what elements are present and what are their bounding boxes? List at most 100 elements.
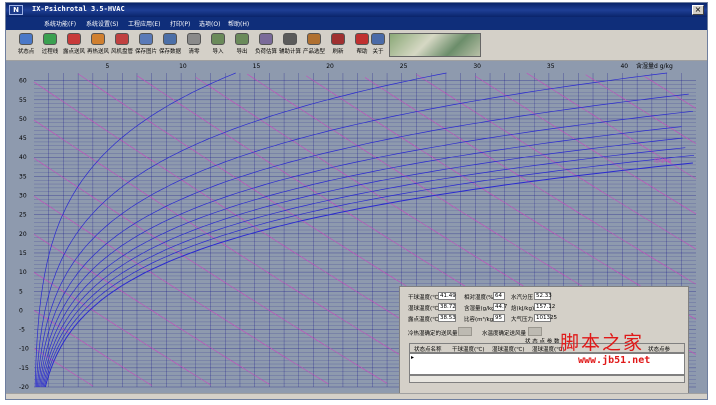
- export-icon: [235, 33, 249, 45]
- enthalpy-label: 焓kJ/kg: [654, 157, 671, 164]
- dew-supply-button[interactable]: 露点送风: [62, 33, 86, 59]
- state-point-button[interactable]: 状态点: [14, 33, 38, 59]
- x-tick-label: 35: [547, 63, 555, 70]
- water-supply-field[interactable]: [528, 327, 542, 336]
- col-state-name[interactable]: 状态点名称: [414, 345, 442, 353]
- assist-calc-button[interactable]: 辅助计算: [278, 33, 302, 59]
- y-tick-label: 45: [19, 135, 27, 142]
- fan-coil-button[interactable]: 风机盘管: [110, 33, 134, 59]
- y-tick-label: 50: [19, 116, 27, 123]
- x-axis-label: 含湿量d g/kg: [636, 62, 673, 70]
- specific-volume-field[interactable]: 95: [493, 314, 505, 322]
- clear-button[interactable]: 清零: [182, 33, 206, 59]
- menu-options[interactable]: 选项(O): [199, 19, 220, 28]
- save-image-button[interactable]: 保存图片: [134, 33, 158, 59]
- y-tick-label: 10: [19, 269, 27, 276]
- dew-point-field[interactable]: 38.53: [438, 314, 456, 322]
- x-tick-label: 10: [179, 63, 187, 70]
- y-tick-label: 55: [19, 97, 27, 104]
- import-icon: [211, 33, 225, 45]
- enthalpy-label-panel: 焓(kJ/kg): [511, 306, 535, 312]
- toolbar: 状态点 过程线 露点送风 再热送风 风机盘管 保存图片 保存数据 清零 导入 导…: [6, 30, 707, 61]
- x-tick-label: 30: [473, 63, 481, 70]
- process-line-icon: [43, 33, 57, 45]
- vapor-pressure-label: 水汽分压: [511, 295, 534, 301]
- vapor-pressure-field[interactable]: 52.33: [534, 292, 552, 300]
- enthalpy-line: [585, 74, 697, 144]
- atm-pressure-field[interactable]: 101325: [534, 314, 557, 322]
- moisture-field[interactable]: 44.7: [493, 303, 507, 311]
- banner-image: [389, 33, 481, 57]
- row-marker-icon: ▸: [411, 354, 415, 361]
- import-button[interactable]: 导入: [206, 33, 230, 59]
- status-bar: [6, 393, 707, 399]
- menu-bar: 系统功能(F) 系统设置(S) 工程应用(E) 打印(P) 选项(O) 帮助(H…: [6, 17, 707, 30]
- window-title: IX-Psichrotal 3.5-HVAC: [32, 5, 125, 13]
- save-image-icon: [139, 33, 153, 45]
- moisture-label: 含湿量(g/kg): [464, 306, 497, 312]
- assist-calc-icon: [283, 33, 297, 45]
- clear-icon: [187, 33, 201, 45]
- menu-print[interactable]: 打印(P): [170, 19, 190, 28]
- y-tick-label: 15: [19, 250, 27, 257]
- y-tick-label: 60: [19, 78, 27, 85]
- menu-system-settings[interactable]: 系统设置(S): [86, 19, 119, 28]
- x-tick-label: 20: [326, 63, 334, 70]
- outdoor-supply-label: 冷热湿确定的送风量: [408, 331, 458, 337]
- y-tick-label: 5: [19, 288, 23, 295]
- enthalpy-field[interactable]: 157.12: [534, 303, 555, 311]
- col-dry-bulb[interactable]: 干球温度(℃): [452, 345, 484, 353]
- refresh-button[interactable]: 刷新: [326, 33, 350, 59]
- y-tick-label: -5: [19, 327, 25, 334]
- dry-bulb-field[interactable]: 41.49: [438, 292, 456, 300]
- outdoor-supply-field[interactable]: [458, 327, 472, 336]
- export-button[interactable]: 导出: [230, 33, 254, 59]
- x-tick-label: 25: [400, 63, 408, 70]
- title-bar: N IX-Psichrotal 3.5-HVAC ×: [6, 3, 707, 17]
- rel-hum-label: 相对湿度(%): [464, 295, 496, 301]
- wet-bulb-field[interactable]: 38.72: [438, 303, 456, 311]
- process-line-button[interactable]: 过程线: [38, 33, 62, 59]
- fan-coil-icon: [115, 33, 129, 45]
- specific-volume-label: 比容(m³/kg): [464, 317, 496, 323]
- state-point-panel: 干球温度(℃) 41.49 相对湿度(%) 64 水汽分压 52.33 湿球温度…: [399, 286, 689, 394]
- save-data-button[interactable]: 保存数据: [158, 33, 182, 59]
- y-tick-label: 0: [19, 307, 23, 314]
- menu-system-functions[interactable]: 系统功能(F): [44, 19, 76, 28]
- dry-bulb-label: 干球温度(℃): [408, 295, 441, 301]
- x-tick-label: 15: [253, 63, 261, 70]
- reheat-supply-icon: [91, 33, 105, 45]
- y-tick-label: 35: [19, 173, 27, 180]
- product-select-button[interactable]: 产品选型: [302, 33, 326, 59]
- wet-bulb-label: 湿球温度(℃): [408, 306, 441, 312]
- close-button[interactable]: ×: [692, 5, 704, 15]
- col-state-param[interactable]: 状态点参: [648, 345, 670, 353]
- dew-supply-icon: [67, 33, 81, 45]
- app-logo-icon: N: [9, 5, 23, 15]
- enthalpy-line: [306, 75, 697, 320]
- menu-help[interactable]: 帮助(H): [228, 19, 249, 28]
- water-supply-label: 水温度确定送风量: [482, 331, 527, 337]
- refresh-icon: [331, 33, 345, 45]
- horizontal-scrollbar[interactable]: [409, 375, 685, 383]
- load-estimate-button[interactable]: 负荷估算: [254, 33, 278, 59]
- x-tick-label: 5: [106, 63, 110, 70]
- dew-point-label: 露点温度(℃): [408, 317, 441, 323]
- atm-pressure-label: 大气压力: [511, 317, 534, 323]
- y-tick-label: -20: [19, 384, 29, 391]
- load-estimate-icon: [259, 33, 273, 45]
- reheat-supply-button[interactable]: 再热送风: [86, 33, 110, 59]
- rel-hum-field[interactable]: 64: [493, 292, 505, 300]
- y-tick-label: 20: [19, 231, 27, 238]
- about-button[interactable]: 关于: [366, 33, 390, 59]
- y-tick-label: 40: [19, 154, 27, 161]
- state-point-icon: [19, 33, 33, 45]
- save-data-icon: [163, 33, 177, 45]
- col-wet-bulb[interactable]: 湿球温度(℃): [492, 345, 524, 353]
- product-select-icon: [307, 33, 321, 45]
- y-tick-label: -15: [19, 365, 29, 372]
- watermark-text: 脚本之家: [560, 332, 645, 354]
- about-icon: [371, 33, 385, 45]
- menu-engineering[interactable]: 工程应用(E): [128, 19, 160, 28]
- y-tick-label: 30: [19, 193, 27, 200]
